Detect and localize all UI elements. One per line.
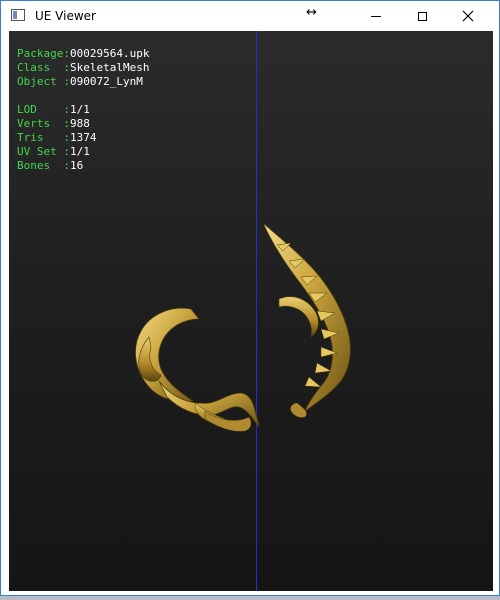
title-bar[interactable]: UE Viewer ↔ (1, 1, 499, 31)
close-button[interactable] (445, 1, 491, 31)
minimize-button[interactable] (353, 1, 399, 31)
maximize-button[interactable] (399, 1, 445, 31)
window-title: UE Viewer (35, 9, 96, 23)
app-window-icon[interactable] (11, 9, 25, 21)
ue-viewer-window: UE Viewer ↔ Package: 00029564.upk Class … (0, 0, 500, 596)
minimize-icon (371, 15, 381, 17)
mesh-viewport[interactable]: Package: 00029564.upk Class : SkeletalMe… (9, 31, 493, 591)
close-icon (462, 10, 474, 22)
maximize-icon (417, 11, 427, 21)
left-ornament-mesh (135, 307, 260, 432)
skeletal-mesh-render (135, 222, 351, 432)
resize-arrows-icon: ↔ (306, 5, 317, 20)
right-ornament-mesh (262, 222, 351, 418)
